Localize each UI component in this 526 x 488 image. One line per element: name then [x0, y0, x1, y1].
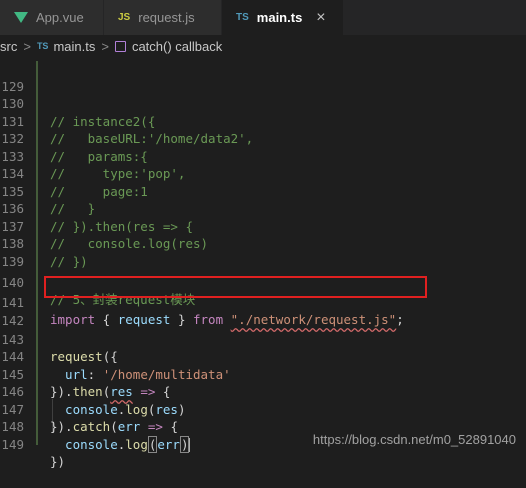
identifier: err: [157, 436, 180, 452]
code-line: 133 // type:'pop',: [0, 130, 526, 182]
breadcrumb-file[interactable]: main.ts: [53, 39, 95, 54]
tab-bar: App.vue JS request.js TS main.ts ×: [0, 0, 526, 35]
watermark: https://blog.csdn.net/m0_52891040: [312, 432, 516, 447]
code-line: 148 console.log(err): [0, 401, 526, 453]
ts-icon: TS: [36, 41, 49, 51]
code-line: 132 // params:{: [0, 113, 526, 164]
chevron-right-icon: >: [101, 38, 109, 54]
tab-main-ts[interactable]: TS main.ts ×: [222, 0, 344, 35]
code-line: 144 url: '/home/multidata': [0, 331, 526, 382]
code-line: 129: [0, 60, 526, 94]
code-text: }): [50, 454, 66, 469]
js-icon: JS: [118, 12, 131, 23]
code-editor[interactable]: 129 130 // instance2({ 131 // baseURL:'/…: [0, 57, 526, 469]
tab-label: main.ts: [256, 10, 303, 25]
code-line: 139: [0, 235, 526, 269]
code-line: 140 // 5、封装request模块: [0, 256, 526, 308]
symbol-method-icon: [114, 40, 126, 52]
breadcrumb: src > TS main.ts > catch() callback: [0, 35, 526, 57]
text-cursor: [189, 438, 191, 452]
identifier: console: [50, 436, 118, 452]
code-line: 147 }).catch(err => {: [0, 383, 526, 435]
bracket-match: ): [179, 435, 190, 453]
code-line: 134 // page:1: [0, 148, 526, 199]
code-line: 138 // }): [0, 218, 526, 269]
code-line: 137 // console.log(res): [0, 200, 526, 252]
ts-icon: TS: [236, 12, 249, 23]
red-highlight-box: [44, 276, 427, 298]
tab-label: App.vue: [36, 10, 84, 25]
code-line: 130 // instance2({: [0, 78, 526, 129]
code-line: 135 // }: [0, 165, 526, 217]
bracket-match: (: [147, 435, 158, 453]
tab-label: request.js: [138, 10, 195, 25]
tab-app-vue[interactable]: App.vue: [0, 0, 104, 35]
function-name: log: [125, 436, 148, 452]
vue-icon: [14, 12, 28, 23]
code-line: 131 // baseURL:'/home/data2',: [0, 95, 526, 147]
breadcrumb-symbol[interactable]: catch() callback: [132, 39, 222, 54]
line-number: 149: [1, 436, 24, 452]
close-icon[interactable]: ×: [316, 9, 325, 27]
code-line: 145 }).then(res => {: [0, 348, 526, 400]
code-line: 146 console.log(res): [0, 366, 526, 417]
code-line: 136 // }).then(res => {: [0, 183, 526, 234]
tab-request-js[interactable]: JS request.js: [104, 0, 222, 35]
breadcrumb-folder[interactable]: src: [0, 39, 17, 54]
code-text: console.log(err): [50, 435, 191, 454]
code-line: 143 request({: [0, 313, 526, 365]
chevron-right-icon: >: [23, 38, 31, 54]
